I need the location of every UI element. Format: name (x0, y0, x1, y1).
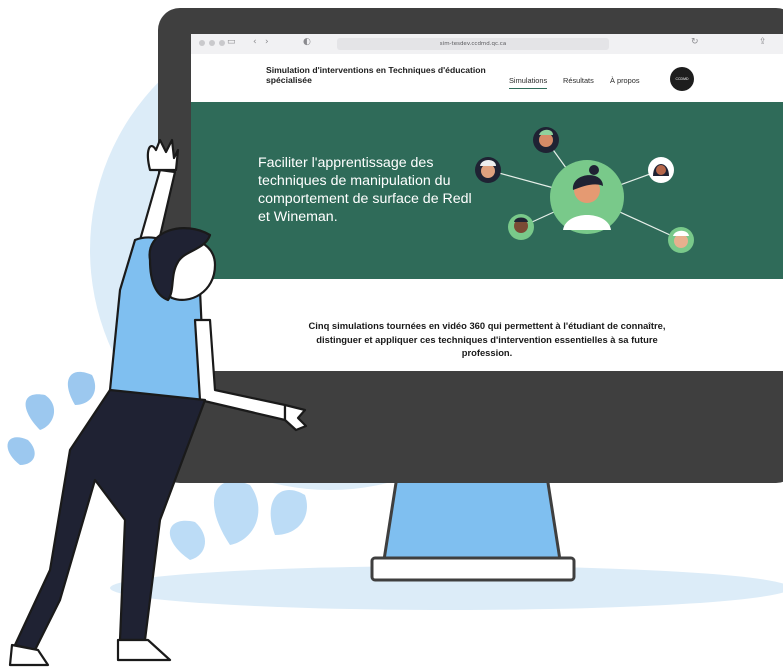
character-illustration (8, 138, 308, 667)
right-shoe (116, 638, 172, 662)
raised-hand (146, 138, 180, 172)
extended-hand (283, 403, 308, 432)
extended-arm (193, 318, 287, 422)
legs (13, 388, 207, 652)
left-shoe (8, 643, 50, 667)
illustration-scene: ▭ ‹ › ◐ sim-tesdev.ccdmd.qc.ca ↻ ⇪ Simul… (0, 0, 783, 669)
